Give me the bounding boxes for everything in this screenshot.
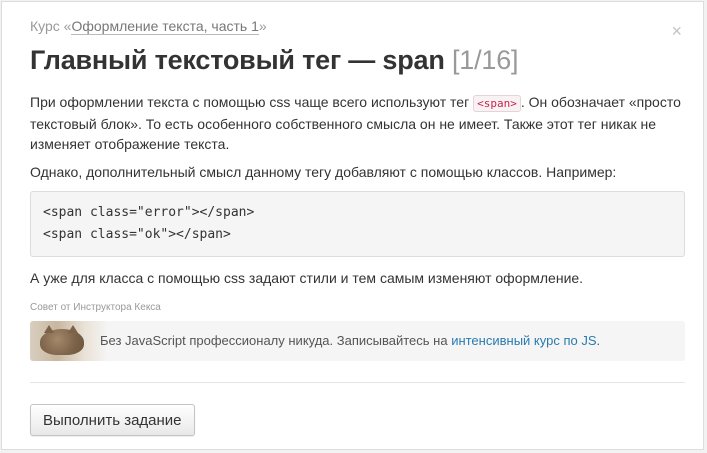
step-counter: [1/16]: [451, 45, 519, 75]
cat-photo-icon: [30, 321, 108, 361]
tip-text-before: Без JavaScript профессионалу никуда. Зап…: [100, 333, 452, 348]
breadcrumb-suffix: »: [258, 18, 267, 34]
breadcrumb-course-link[interactable]: Оформление текста, часть 1: [71, 18, 259, 35]
paragraph-styles: А уже для класса с помощью css задают ст…: [30, 270, 584, 286]
paragraph-intro-before: При оформлении текста с помощью css чаще…: [30, 94, 474, 110]
title-text: Главный текстовый тег — span: [30, 45, 445, 75]
page-title: Главный текстовый тег — span [1/16]: [30, 45, 519, 76]
inline-code-span: <span>: [473, 95, 521, 112]
tip-text-after: .: [596, 333, 601, 348]
js-course-link[interactable]: интенсивный курс по JS: [451, 333, 596, 348]
close-icon[interactable]: ×: [671, 22, 682, 40]
tip-text: Без JavaScript профессионалу никуда. Зап…: [100, 333, 600, 348]
code-line: <span class="ok"></span>: [43, 227, 231, 242]
divider: [30, 382, 685, 383]
submit-task-button[interactable]: Выполнить задание: [30, 404, 195, 436]
task-modal: × Курс «Оформление текста, часть 1» Глав…: [1, 1, 704, 450]
instructor-tip: Без JavaScript профессионалу никуда. Зап…: [30, 321, 685, 361]
code-example: <span class="error"></span> <span class=…: [30, 191, 685, 257]
breadcrumb-prefix: Курс «: [30, 18, 72, 34]
paragraph-intro: При оформлении текста с помощью css чаще…: [30, 92, 685, 154]
breadcrumb: Курс «Оформление текста, часть 1»: [30, 18, 267, 35]
tip-label: Совет от Инструктора Кекса: [30, 302, 161, 313]
paragraph-classes: Однако, дополнительный смысл данному тег…: [30, 164, 617, 180]
code-line: <span class="error"></span>: [43, 205, 255, 220]
